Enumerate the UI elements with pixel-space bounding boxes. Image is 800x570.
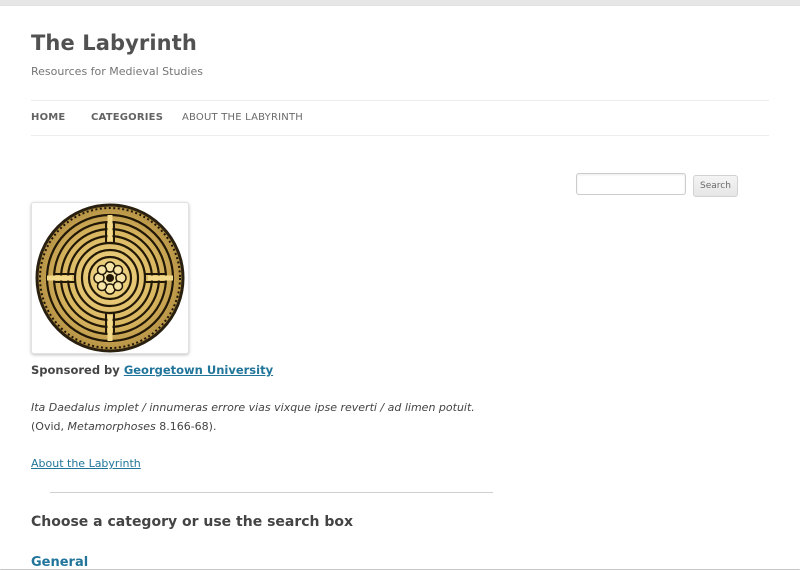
cite-prefix: (Ovid, bbox=[31, 420, 68, 433]
cite-work: Metamorphoses bbox=[67, 420, 156, 433]
nav-item-categories[interactable]: CATEGORIES bbox=[91, 112, 163, 123]
cite-suffix: 8.166-68). bbox=[155, 420, 217, 433]
search-input[interactable] bbox=[576, 173, 686, 195]
category-link-general[interactable]: General bbox=[31, 555, 88, 570]
ovid-quote: Ita Daedalus implet / innumeras errore v… bbox=[31, 401, 475, 414]
nav-item-home[interactable]: HOME bbox=[31, 112, 65, 123]
quote-citation: (Ovid, Metamorphoses 8.166-68). bbox=[31, 420, 216, 433]
divider bbox=[50, 492, 493, 493]
sponsor-line: Sponsored by Georgetown University bbox=[31, 363, 273, 377]
site-title[interactable]: The Labyrinth bbox=[31, 31, 197, 55]
sponsor-prefix: Sponsored by bbox=[31, 363, 120, 377]
main-navigation: HOME CATEGORIES ABOUT THE LABYRINTH bbox=[31, 100, 769, 136]
page: The Labyrinth Resources for Medieval Stu… bbox=[0, 6, 800, 570]
georgetown-link[interactable]: Georgetown University bbox=[124, 363, 273, 377]
labyrinth-logo bbox=[31, 202, 189, 354]
site-description: Resources for Medieval Studies bbox=[31, 65, 203, 78]
nav-item-about[interactable]: ABOUT THE LABYRINTH bbox=[182, 112, 303, 123]
about-labyrinth-link[interactable]: About the Labyrinth bbox=[31, 457, 141, 470]
category-heading: Choose a category or use the search box bbox=[31, 514, 354, 530]
labyrinth-icon bbox=[35, 203, 185, 353]
search-button[interactable]: Search bbox=[693, 175, 738, 197]
